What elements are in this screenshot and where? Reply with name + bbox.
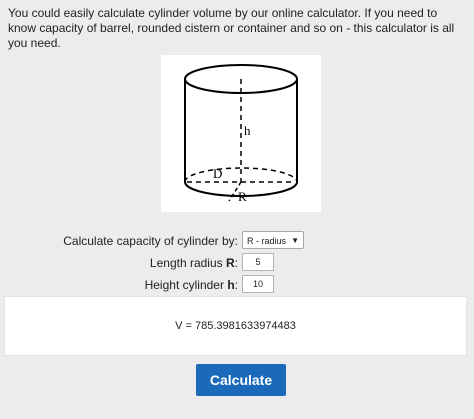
intro-text: You could easily calculate cylinder volu… xyxy=(8,6,455,50)
calc-by-selected-value: R - radius xyxy=(247,236,287,246)
calc-by-label: Calculate capacity of cylinder by: xyxy=(63,234,238,248)
label-d: D xyxy=(213,166,222,181)
calculate-button[interactable]: Calculate xyxy=(196,364,286,396)
height-input[interactable]: 10 xyxy=(242,275,274,293)
dropdown-caret-icon: ▼ xyxy=(291,236,299,245)
radius-input[interactable]: 5 xyxy=(242,253,274,271)
height-symbol: h xyxy=(227,278,235,292)
radius-symbol: R xyxy=(225,256,235,270)
calc-by-select[interactable]: R - radius ▼ xyxy=(242,231,304,249)
result-text: V = 785.3981633974483 xyxy=(175,320,296,332)
label-h: h xyxy=(244,123,251,138)
result-box: V = 785.3981633974483 xyxy=(4,296,467,356)
height-label: Height cylinder h: xyxy=(144,278,238,292)
label-r: R xyxy=(238,189,247,204)
cylinder-diagram: h D R xyxy=(161,55,321,212)
radius-label: Length radius R: xyxy=(149,256,238,270)
